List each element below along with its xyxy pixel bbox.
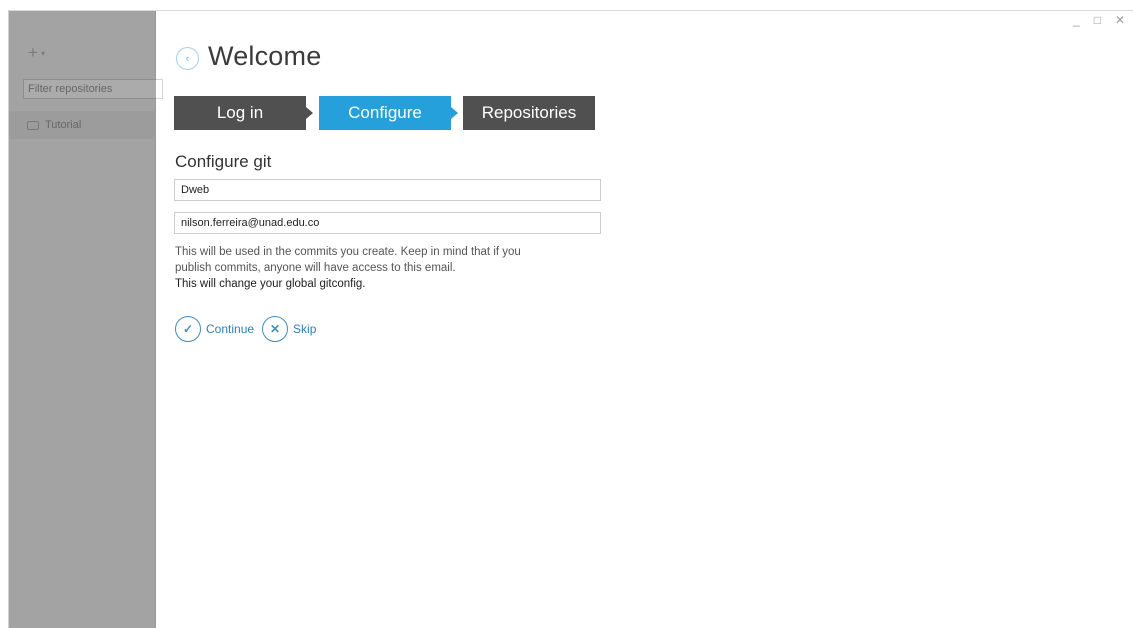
add-repository-button[interactable]: + ▾ [28,43,45,63]
sidebar-item-tutorial[interactable]: Tutorial [9,111,156,139]
step-arrow-icon [451,107,458,119]
sidebar: + ▾ Tutorial [9,11,163,628]
chevron-left-icon: ‹ [185,52,190,65]
back-button[interactable]: ‹ [176,47,199,70]
skip-label: Skip [293,322,317,336]
close-icon[interactable]: ✕ [1115,13,1125,27]
chevron-down-icon: ▾ [40,48,45,58]
filter-repositories-input[interactable] [23,79,163,99]
help-text: This will be used in the commits you cre… [175,244,615,292]
check-icon: ✓ [175,316,201,342]
plus-icon: + [28,43,38,62]
window-controls: _ □ ✕ [1073,13,1125,27]
sidebar-dim-overlay [9,11,156,628]
app-window: + ▾ Tutorial _ □ ✕ ‹ Welcome Log in Conf… [8,10,1133,628]
step-login[interactable]: Log in [174,96,306,130]
minimize-icon[interactable]: _ [1073,13,1080,27]
name-field[interactable] [174,179,601,201]
help-line: publish commits, anyone will have access… [175,262,456,274]
repository-icon [27,120,39,130]
close-icon: ✕ [262,316,289,342]
step-configure[interactable]: Configure [319,96,451,130]
maximize-icon[interactable]: □ [1094,13,1101,27]
step-repositories[interactable]: Repositories [463,96,595,130]
page-title: Welcome [208,41,322,71]
gitconfig-note: This will change your global gitconfig. [175,278,366,290]
continue-label: Continue [206,322,255,336]
section-title: Configure git [175,152,272,171]
actions: ✓ Continue ✕ Skip [175,316,324,342]
help-line: This will be used in the commits you cre… [175,246,521,258]
continue-button[interactable]: ✓ Continue [175,316,254,342]
step-arrow-icon [306,107,313,119]
email-field[interactable] [174,212,601,234]
repository-label: Tutorial [45,119,82,131]
skip-button[interactable]: ✕ Skip [262,316,316,342]
